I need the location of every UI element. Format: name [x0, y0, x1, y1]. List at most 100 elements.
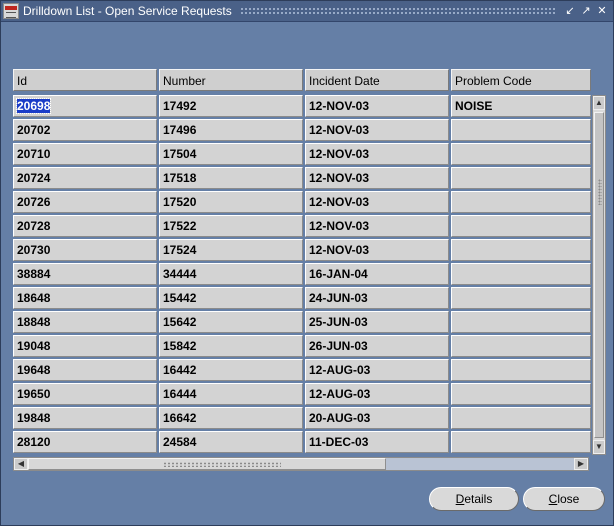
cell-problem-code[interactable] [451, 143, 591, 165]
cell-number[interactable]: 17492 [159, 95, 303, 117]
cell-number[interactable]: 15442 [159, 287, 303, 309]
scroll-right-icon[interactable]: ▶ [574, 458, 588, 470]
details-button[interactable]: Details [429, 487, 519, 511]
table-row[interactable]: 18848 15642 25-JUN-03 [13, 311, 591, 333]
cell-problem-code[interactable]: NOISE [451, 95, 591, 117]
cell-id-text: 20728 [17, 219, 51, 233]
table-row[interactable]: 19048 15842 26-JUN-03 [13, 335, 591, 357]
cell-incident-date[interactable]: 26-JUN-03 [305, 335, 449, 357]
cell-number[interactable]: 17518 [159, 167, 303, 189]
table-row[interactable]: 20702 17496 12-NOV-03 [13, 119, 591, 141]
cell-incident-date[interactable]: 12-NOV-03 [305, 119, 449, 141]
cell-problem-code[interactable] [451, 311, 591, 333]
cell-id[interactable]: 18648 [13, 287, 157, 309]
minimize-icon[interactable]: ↙ [563, 4, 577, 18]
cell-problem-code[interactable] [451, 191, 591, 213]
table-row[interactable]: 20728 17522 12-NOV-03 [13, 215, 591, 237]
cell-number[interactable]: 17520 [159, 191, 303, 213]
scroll-up-icon[interactable]: ▲ [593, 96, 605, 110]
table-row[interactable]: 19848 16642 20-AUG-03 [13, 407, 591, 429]
cell-number[interactable]: 15642 [159, 311, 303, 333]
cell-number[interactable]: 17522 [159, 215, 303, 237]
cell-id[interactable]: 18848 [13, 311, 157, 333]
table-row[interactable]: 38884 34444 16-JAN-04 [13, 263, 591, 285]
table-row[interactable]: 28120 24584 11-DEC-03 [13, 431, 591, 453]
cell-incident-date-text: 12-AUG-03 [309, 387, 371, 401]
cell-id[interactable]: 20730 [13, 239, 157, 261]
close-label: lose [557, 492, 580, 506]
scroll-left-icon[interactable]: ◀ [14, 458, 28, 470]
cell-problem-code[interactable] [451, 431, 591, 453]
cell-number[interactable]: 16642 [159, 407, 303, 429]
cell-problem-code[interactable] [451, 263, 591, 285]
cell-incident-date[interactable]: 12-NOV-03 [305, 239, 449, 261]
cell-problem-code[interactable] [451, 215, 591, 237]
cell-id[interactable]: 20702 [13, 119, 157, 141]
cell-number[interactable]: 17504 [159, 143, 303, 165]
table-row[interactable]: 20710 17504 12-NOV-03 [13, 143, 591, 165]
cell-number[interactable]: 34444 [159, 263, 303, 285]
cell-incident-date[interactable]: 12-AUG-03 [305, 359, 449, 381]
cell-problem-code[interactable] [451, 287, 591, 309]
cell-problem-code-text: NOISE [455, 99, 493, 113]
cell-problem-code[interactable] [451, 167, 591, 189]
cell-incident-date[interactable]: 16-JAN-04 [305, 263, 449, 285]
vertical-scroll-thumb[interactable] [594, 112, 604, 438]
cell-id[interactable]: 28120 [13, 431, 157, 453]
close-icon[interactable]: ✕ [595, 4, 609, 18]
cell-id[interactable]: 19848 [13, 407, 157, 429]
horizontal-scrollbar[interactable]: ◀ ▶ [13, 457, 589, 471]
table-row[interactable]: 20698 17492 12-NOV-03 NOISE [13, 95, 591, 117]
cell-problem-code[interactable] [451, 239, 591, 261]
cell-id[interactable]: 20698 [13, 95, 157, 117]
cell-id-text: 19848 [17, 411, 51, 425]
table-row[interactable]: 20730 17524 12-NOV-03 [13, 239, 591, 261]
cell-number[interactable]: 17496 [159, 119, 303, 141]
cell-incident-date[interactable]: 11-DEC-03 [305, 431, 449, 453]
title-bar-grip [239, 7, 555, 15]
cell-incident-date[interactable]: 24-JUN-03 [305, 287, 449, 309]
table-row[interactable]: 18648 15442 24-JUN-03 [13, 287, 591, 309]
table-row[interactable]: 20726 17520 12-NOV-03 [13, 191, 591, 213]
cell-problem-code[interactable] [451, 359, 591, 381]
column-header-number: Number [159, 69, 303, 91]
cell-id[interactable]: 20728 [13, 215, 157, 237]
cell-id[interactable]: 19048 [13, 335, 157, 357]
cell-number[interactable]: 15842 [159, 335, 303, 357]
vertical-scrollbar[interactable]: ▲ ▼ [592, 95, 606, 455]
table-row[interactable]: 20724 17518 12-NOV-03 [13, 167, 591, 189]
cell-id[interactable]: 20710 [13, 143, 157, 165]
cell-incident-date[interactable]: 25-JUN-03 [305, 311, 449, 333]
cell-problem-code[interactable] [451, 383, 591, 405]
cell-incident-date[interactable]: 12-NOV-03 [305, 167, 449, 189]
cell-incident-date[interactable]: 12-NOV-03 [305, 95, 449, 117]
table-row[interactable]: 19648 16442 12-AUG-03 [13, 359, 591, 381]
cell-incident-date[interactable]: 12-AUG-03 [305, 383, 449, 405]
scroll-down-icon[interactable]: ▼ [593, 440, 605, 454]
cell-id[interactable]: 19648 [13, 359, 157, 381]
cell-id[interactable]: 20726 [13, 191, 157, 213]
cell-number[interactable]: 16442 [159, 359, 303, 381]
cell-number[interactable]: 17524 [159, 239, 303, 261]
cell-incident-date[interactable]: 12-NOV-03 [305, 143, 449, 165]
cell-number[interactable]: 24584 [159, 431, 303, 453]
maximize-icon[interactable]: ↗ [579, 4, 593, 18]
cell-problem-code[interactable] [451, 335, 591, 357]
cell-incident-date[interactable]: 12-NOV-03 [305, 191, 449, 213]
close-button[interactable]: Close [523, 487, 605, 511]
title-bar[interactable]: Drilldown List - Open Service Requests ↙… [1, 1, 613, 22]
table-row[interactable]: 19650 16444 12-AUG-03 [13, 383, 591, 405]
cell-problem-code[interactable] [451, 407, 591, 429]
cell-incident-date-text: 12-NOV-03 [309, 219, 370, 233]
cell-number[interactable]: 16444 [159, 383, 303, 405]
cell-id[interactable]: 19650 [13, 383, 157, 405]
drilldown-window: Drilldown List - Open Service Requests ↙… [0, 0, 614, 526]
cell-id[interactable]: 38884 [13, 263, 157, 285]
cell-problem-code[interactable] [451, 119, 591, 141]
cell-incident-date-text: 26-JUN-03 [309, 339, 368, 353]
horizontal-scroll-thumb[interactable] [28, 458, 386, 470]
cell-id[interactable]: 20724 [13, 167, 157, 189]
cell-incident-date[interactable]: 20-AUG-03 [305, 407, 449, 429]
cell-incident-date[interactable]: 12-NOV-03 [305, 215, 449, 237]
cell-number-text: 16442 [163, 363, 197, 377]
